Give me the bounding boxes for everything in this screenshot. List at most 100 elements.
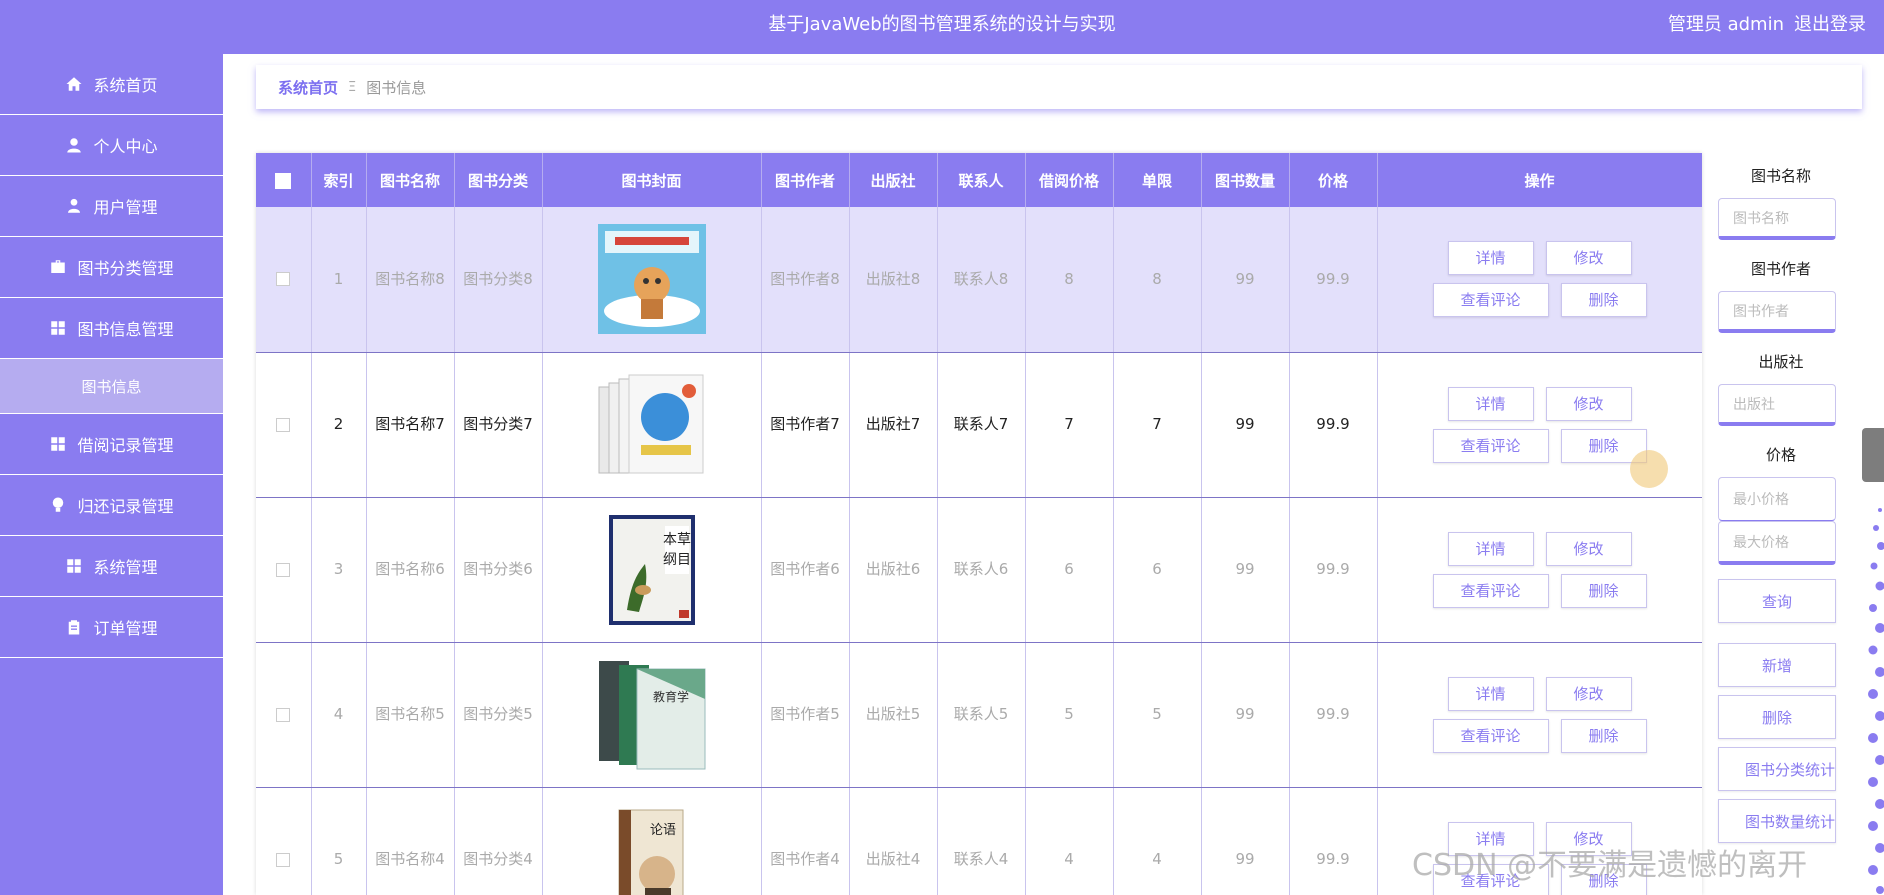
cover-cell: 教育学: [542, 642, 762, 788]
query-button[interactable]: 查询: [1718, 579, 1836, 623]
contact-cell: 联系人8: [937, 207, 1026, 353]
table-row[interactable]: 3 图书名称6 图书分类6 本草 纲目 图书作者6 出版社6 联系人6 6 6 …: [256, 497, 1702, 643]
edit-button[interactable]: 修改: [1545, 531, 1632, 566]
price-label: 价格: [1765, 446, 1796, 464]
contact-cell: 联系人5: [937, 642, 1026, 788]
detail-button[interactable]: 详情: [1447, 531, 1534, 566]
sidebar-item-home[interactable]: 系统首页: [0, 54, 223, 115]
author-input[interactable]: 图书作者: [1718, 291, 1836, 333]
column-header: 索引: [311, 153, 367, 207]
sidebar-item-return-mgmt[interactable]: 归还记录管理: [0, 475, 223, 536]
table-row[interactable]: 1 图书名称8 图书分类8 图书作者8 出版社8 联系人8 8 8 99 99.…: [256, 207, 1702, 353]
sidebar-item-system[interactable]: 系统管理: [0, 536, 223, 597]
grid-icon: [49, 319, 67, 337]
row-checkbox[interactable]: [276, 852, 291, 867]
row-select-cell: [256, 642, 312, 788]
book-cover-image: [597, 223, 707, 335]
price-cell: 99.9: [1289, 207, 1378, 353]
sidebar-item-label: 订单管理: [93, 619, 158, 638]
category-stats-button[interactable]: 图书分类统计: [1718, 747, 1836, 791]
quantity-cell: 99: [1201, 352, 1290, 498]
system-title: 基于JavaWeb的图书管理系统的设计与实现: [768, 14, 1116, 35]
breadcrumb: 系统首页 Ξ 图书信息: [256, 65, 1862, 109]
select-all-checkbox[interactable]: [275, 172, 292, 189]
edit-button[interactable]: 修改: [1545, 386, 1632, 421]
price-cell: 99.9: [1289, 497, 1378, 643]
publisher-cell: 出版社5: [849, 642, 938, 788]
row-checkbox[interactable]: [276, 417, 291, 432]
logout-link[interactable]: 退出登录: [1794, 14, 1866, 35]
author-cell: 图书作者7: [761, 352, 850, 498]
cover-cell: [542, 207, 762, 353]
breadcrumb-home[interactable]: 系统首页: [278, 77, 338, 98]
detail-button[interactable]: 详情: [1447, 676, 1534, 711]
price-cell: 99.9: [1289, 352, 1378, 498]
row-select-cell: [256, 352, 312, 498]
delete-button[interactable]: 删除: [1560, 283, 1647, 318]
search-panel: 图书名称 图书名称 图书作者 图书作者 出版社 出版社 价格 最小价格 最大价格…: [1718, 153, 1868, 843]
book-name-cell: 图书名称5: [366, 642, 455, 788]
sidebar-item-borrow-mgmt[interactable]: 借阅记录管理: [0, 414, 223, 475]
sidebar-item-book-mgmt[interactable]: 图书信息管理: [0, 298, 223, 359]
sidebar-item-users[interactable]: 用户管理: [0, 176, 223, 237]
borrow-price-cell: 6: [1025, 497, 1114, 643]
sidebar-item-label: 系统首页: [93, 76, 158, 95]
author-cell: 图书作者6: [761, 497, 850, 643]
grid-icon: [65, 557, 83, 575]
view-comments-button[interactable]: 查看评论: [1432, 718, 1549, 753]
side-scroll-tab[interactable]: [1862, 428, 1884, 482]
table-row[interactable]: 2 图书名称7 图书分类7 图书作者7 出版社7 联系人7 7 7 99 99.…: [256, 352, 1702, 498]
edit-button[interactable]: 修改: [1545, 676, 1632, 711]
svg-text:教育学: 教育学: [652, 689, 688, 704]
add-button[interactable]: 新增: [1718, 643, 1836, 687]
view-comments-button[interactable]: 查看评论: [1432, 573, 1549, 608]
bulb-icon: [49, 496, 67, 514]
publisher-input[interactable]: 出版社: [1718, 384, 1836, 426]
watermark: CSDN @不要满是遗憾的离开: [1412, 848, 1808, 883]
quantity-stats-button[interactable]: 图书数量统计: [1718, 799, 1836, 843]
sidebar-item-orders[interactable]: 订单管理: [0, 597, 223, 658]
column-header: 图书分类: [454, 153, 543, 207]
book-table: 索引 图书名称 图书分类 图书封面 图书作者 出版社 联系人 借阅价格 单限 图…: [256, 153, 1702, 895]
delete-button[interactable]: 删除: [1560, 718, 1647, 753]
row-checkbox[interactable]: [276, 707, 291, 722]
limit-cell: 6: [1113, 497, 1202, 643]
author-cell: 图书作者8: [761, 207, 850, 353]
batch-delete-button[interactable]: 删除: [1718, 695, 1836, 739]
detail-button[interactable]: 详情: [1447, 241, 1534, 276]
sidebar-item-label: 图书分类管理: [77, 259, 174, 278]
index-cell: 1: [311, 207, 367, 353]
author-cell: 图书作者4: [761, 787, 850, 895]
view-comments-button[interactable]: 查看评论: [1432, 283, 1549, 318]
column-header: 图书数量: [1201, 153, 1290, 207]
sidebar-item-category-mgmt[interactable]: 图书分类管理: [0, 237, 223, 298]
clipboard-icon: [65, 618, 83, 636]
table-row[interactable]: 4 图书名称5 图书分类5 教育学 图书作者5 出版社5 联系人5 5 5 99…: [256, 642, 1702, 788]
min-price-input[interactable]: 最小价格: [1718, 477, 1836, 521]
quantity-cell: 99: [1201, 787, 1290, 895]
delete-button[interactable]: 删除: [1560, 573, 1647, 608]
detail-button[interactable]: 详情: [1447, 386, 1534, 421]
view-comments-button[interactable]: 查看评论: [1432, 428, 1549, 463]
book-name-input[interactable]: 图书名称: [1718, 198, 1836, 240]
borrow-price-cell: 4: [1025, 787, 1114, 895]
book-name-label: 图书名称: [1750, 167, 1811, 185]
row-checkbox[interactable]: [276, 272, 291, 287]
contact-cell: 联系人6: [937, 497, 1026, 643]
author-cell: 图书作者5: [761, 642, 850, 788]
row-select-cell: [256, 787, 312, 895]
cover-cell: [542, 352, 762, 498]
sidebar-item-book-info[interactable]: 图书信息: [0, 359, 223, 414]
book-name-cell: 图书名称4: [366, 787, 455, 895]
edit-button[interactable]: 修改: [1545, 241, 1632, 276]
user-admin-icon: [65, 197, 83, 215]
limit-cell: 7: [1113, 352, 1202, 498]
borrow-price-cell: 5: [1025, 642, 1114, 788]
book-cover-image: 本草 纲目: [597, 514, 707, 626]
cover-cell: 论语: [542, 787, 762, 895]
column-header: 联系人: [937, 153, 1026, 207]
row-checkbox[interactable]: [276, 562, 291, 577]
sidebar-item-profile[interactable]: 个人中心: [0, 115, 223, 176]
limit-cell: 4: [1113, 787, 1202, 895]
max-price-input[interactable]: 最大价格: [1718, 521, 1836, 565]
